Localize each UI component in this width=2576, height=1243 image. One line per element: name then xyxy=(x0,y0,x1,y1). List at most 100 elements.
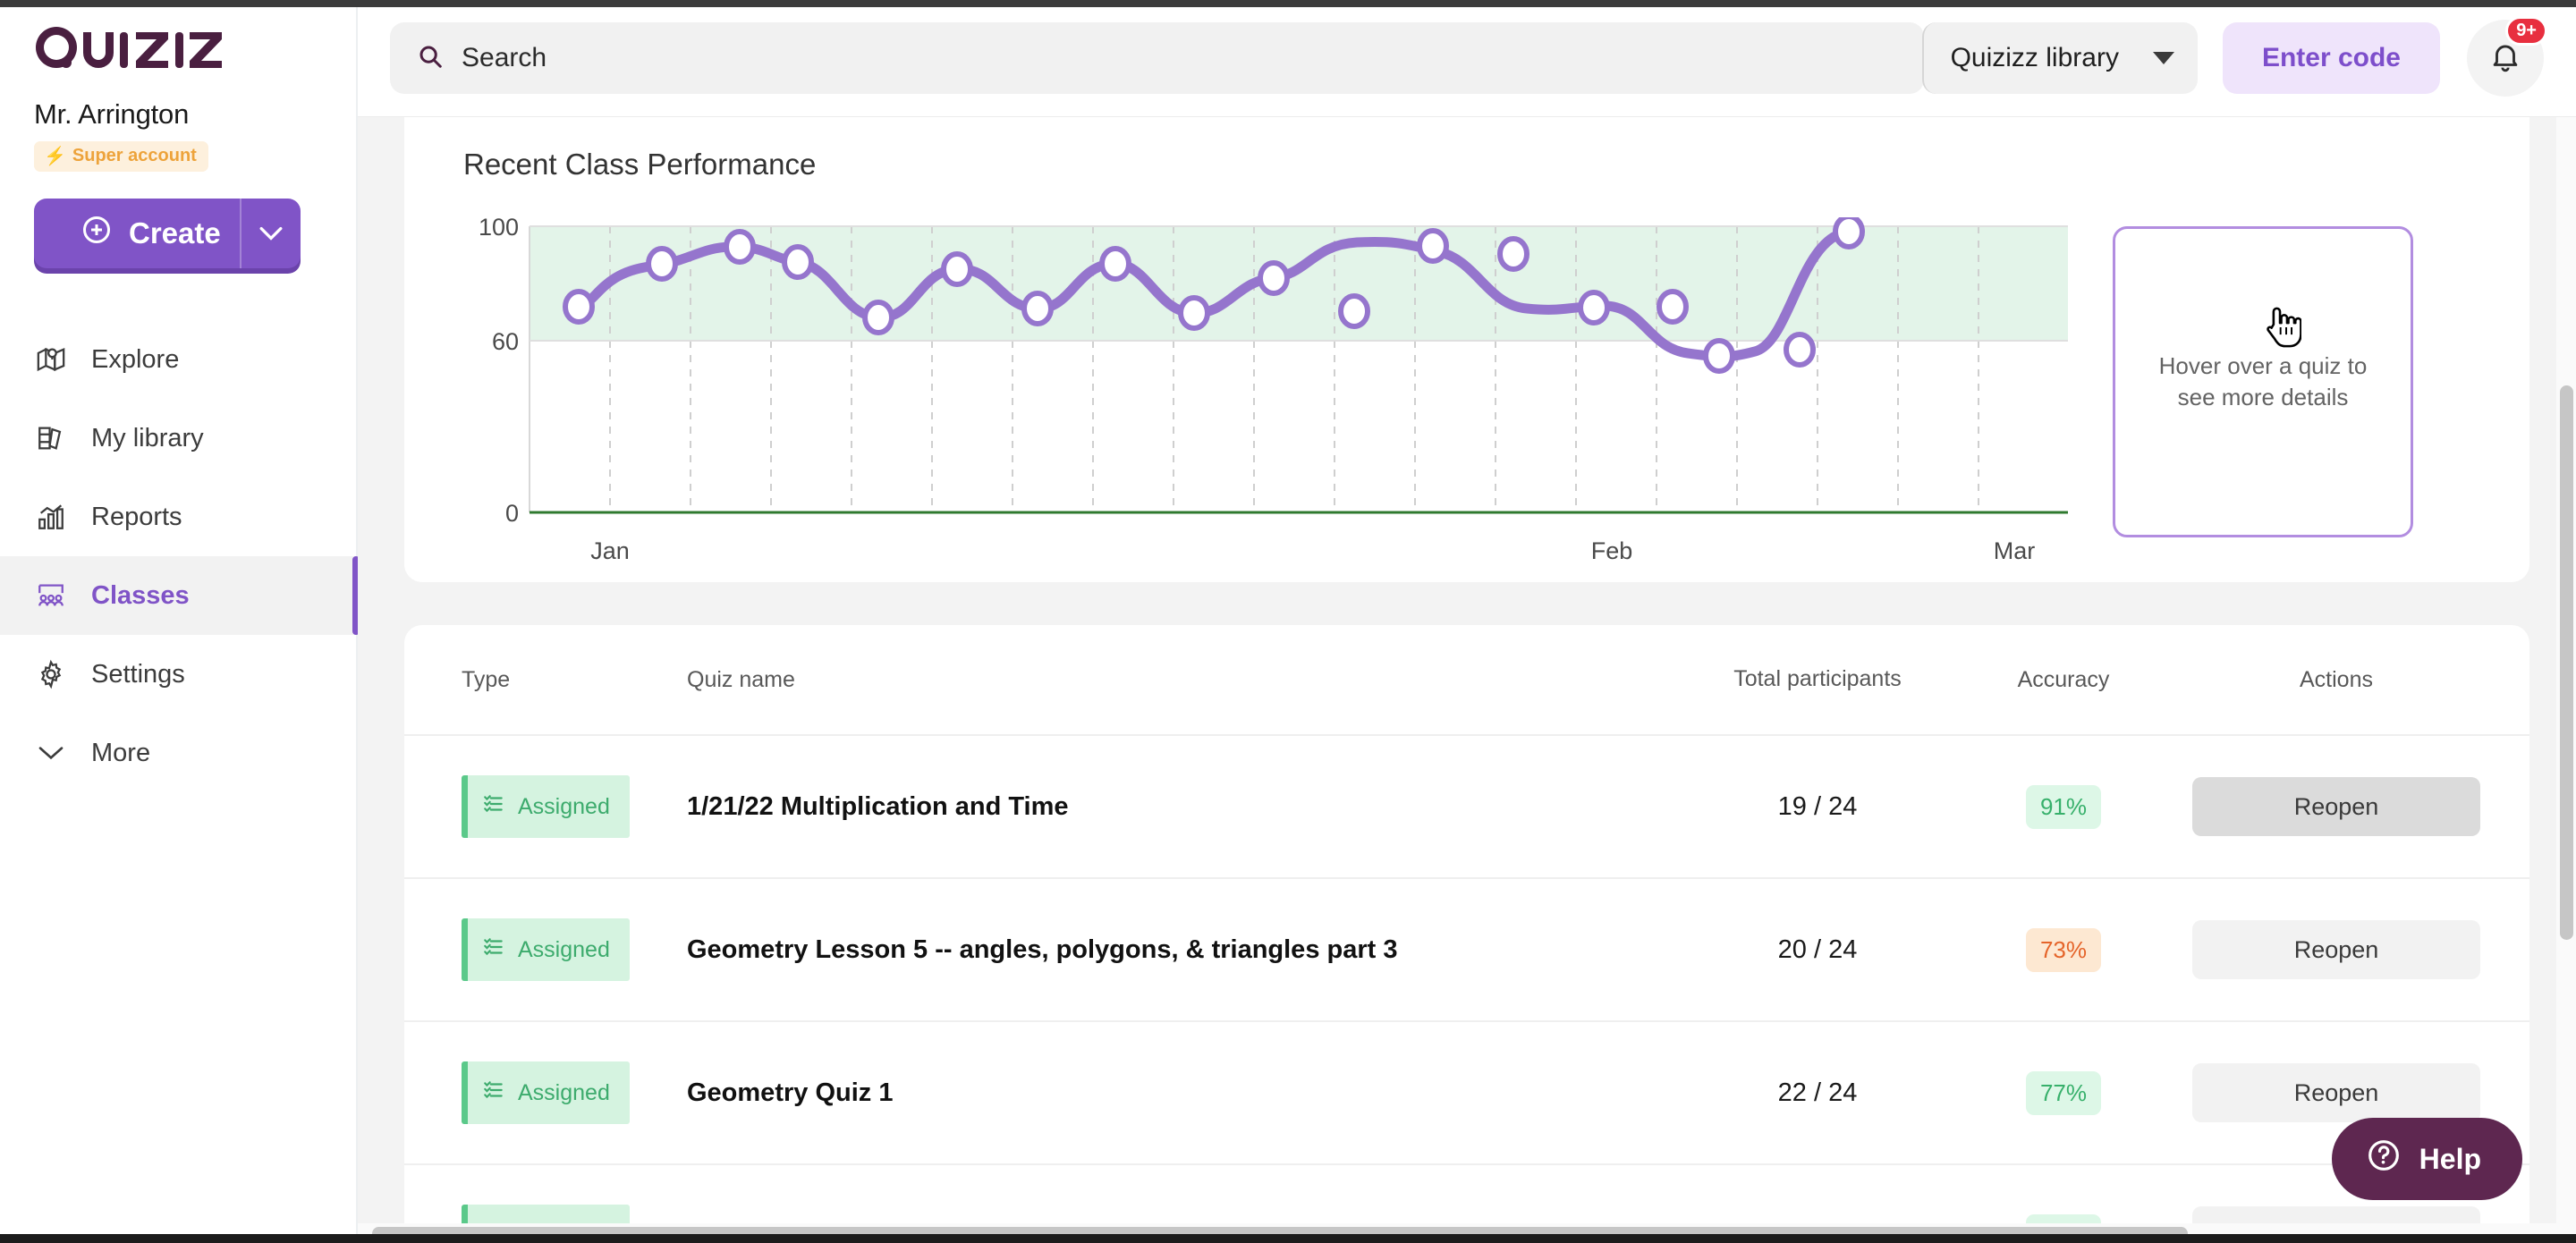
svg-text:Jan: Jan xyxy=(590,537,630,564)
accuracy-badge: 77% xyxy=(2025,1070,2102,1115)
window-bottom-edge xyxy=(0,1234,2576,1243)
plus-circle-icon xyxy=(80,214,113,253)
sidebar-item-label: Settings xyxy=(91,659,185,689)
table-header-row: Type Quiz name Total participants Accura… xyxy=(404,625,2529,736)
sidebar-item-classes[interactable]: Classes xyxy=(0,556,360,635)
sidebar-item-reports[interactable]: Reports xyxy=(0,478,356,556)
quizizz-logo[interactable] xyxy=(0,0,356,70)
table-row[interactable]: Assigned Geometry Quiz 1 22 / 24 77% Reo… xyxy=(404,1022,2529,1165)
books-icon xyxy=(34,421,68,455)
row-quiz-name[interactable]: Geometry Lesson 5 -- angles, polygons, &… xyxy=(678,935,1683,965)
table-row[interactable]: Assigned Geometry Lesson 5 -- angles, po… xyxy=(404,879,2529,1022)
hover-hint-text: Hover over a quiz to see more details xyxy=(2158,351,2368,410)
super-account-label: Super account xyxy=(72,146,197,165)
row-actions-cell: Reopen xyxy=(2175,1063,2497,1122)
chevron-down-icon xyxy=(34,736,68,770)
mouse-cursor xyxy=(2260,304,2302,355)
row-quiz-name[interactable]: Geometry Quiz 1 xyxy=(678,1078,1683,1108)
search-icon xyxy=(417,43,444,74)
column-header-accuracy: Accuracy xyxy=(2017,666,2110,692)
row-actions-cell: Reopen xyxy=(2175,920,2497,979)
status-badge-label: Assigned xyxy=(518,793,610,819)
search-placeholder-text: Search xyxy=(462,43,547,72)
row-participants: 22 / 24 xyxy=(1777,1078,1858,1107)
enter-code-button[interactable]: Enter code xyxy=(2222,22,2440,94)
row-quiz-name[interactable]: 1/21/22 Multiplication and Time xyxy=(678,792,1683,822)
main-region: Search Quizizz library Enter code 9+ Rec… xyxy=(358,0,2576,1243)
row-accuracy-cell: 77% xyxy=(1952,1070,2175,1115)
row-participants: 19 / 24 xyxy=(1777,791,1858,821)
sidebar-item-more[interactable]: More xyxy=(0,714,356,792)
top-bar: Search Quizizz library Enter code 9+ xyxy=(358,0,2576,117)
column-header-actions: Actions xyxy=(2300,666,2373,692)
svg-text:0: 0 xyxy=(505,500,519,527)
notifications-button[interactable]: 9+ xyxy=(2467,16,2547,97)
reopen-button[interactable]: Reopen xyxy=(2192,1063,2480,1122)
create-button[interactable]: Create xyxy=(34,199,301,268)
question-circle-icon xyxy=(2366,1137,2402,1180)
scroll-content: Recent Class Performance 100 60 0 Jan Fe… xyxy=(358,117,2576,1243)
table-row[interactable]: Assigned 1/21/22 Multiplication and Time… xyxy=(404,736,2529,879)
quiz-activity-table: Type Quiz name Total participants Accura… xyxy=(404,625,2529,1243)
performance-line-chart[interactable]: 100 60 0 Jan Feb Mar xyxy=(440,217,2077,575)
svg-text:Mar: Mar xyxy=(1994,537,2036,564)
sidebar-item-my-library[interactable]: My library xyxy=(0,399,356,478)
help-button[interactable]: Help xyxy=(2331,1118,2522,1200)
sidebar: Mr. Arrington ⚡ Super account Create Exp… xyxy=(0,0,360,1243)
window-top-edge xyxy=(0,0,2576,7)
chart-title: Recent Class Performance xyxy=(463,148,817,181)
sidebar-item-settings[interactable]: Settings xyxy=(0,635,356,714)
accuracy-badge: 91% xyxy=(2025,784,2102,829)
search-input[interactable]: Search xyxy=(390,22,1924,94)
app-root: Mr. Arrington ⚡ Super account Create Exp… xyxy=(0,0,2576,1243)
create-label: Create xyxy=(129,216,221,249)
user-name: Mr. Arrington xyxy=(34,98,190,130)
map-icon xyxy=(34,342,68,376)
library-select[interactable]: Quizizz library xyxy=(1921,22,2198,94)
chevron-down-icon xyxy=(2152,52,2174,64)
row-type-cell: Assigned xyxy=(436,1061,678,1124)
list-check-icon xyxy=(482,792,505,822)
row-accuracy-cell: 91% xyxy=(1952,784,2175,829)
list-check-icon xyxy=(482,935,505,965)
svg-text:60: 60 xyxy=(492,328,519,355)
row-type-cell: Assigned xyxy=(436,918,678,981)
chart-bars-icon xyxy=(34,500,68,534)
status-badge-label: Assigned xyxy=(518,936,610,962)
status-badge: Assigned xyxy=(462,1061,630,1124)
accuracy-badge: 73% xyxy=(2025,927,2102,972)
row-actions-cell: Reopen xyxy=(2175,777,2497,836)
reopen-button[interactable]: Reopen xyxy=(2192,777,2480,836)
bolt-icon: ⚡ xyxy=(44,146,66,166)
sidebar-item-label: More xyxy=(91,738,151,767)
chart-area: 100 60 0 Jan Feb Mar Hover over a quiz t… xyxy=(440,217,2494,575)
sidebar-item-explore[interactable]: Explore xyxy=(0,320,356,399)
sidebar-nav: Explore My library Reports Classes Setti… xyxy=(0,320,360,792)
quiz-hover-details-panel: Hover over a quiz to see more details xyxy=(2113,226,2413,537)
notification-count-badge: 9+ xyxy=(2505,16,2547,46)
gear-icon xyxy=(34,657,68,691)
sidebar-item-label: Explore xyxy=(91,344,180,374)
reopen-button[interactable]: Reopen xyxy=(2192,920,2480,979)
status-badge: Assigned xyxy=(462,918,630,981)
column-header-quiz-name: Quiz name xyxy=(687,666,795,692)
row-accuracy-cell: 73% xyxy=(1952,927,2175,972)
column-header-participants: Total participants xyxy=(1733,666,1902,692)
sidebar-item-label: My library xyxy=(91,423,204,452)
column-header-type: Type xyxy=(462,666,511,692)
create-dropdown-toggle[interactable] xyxy=(240,199,301,268)
vertical-scrollbar[interactable] xyxy=(2556,117,2576,1243)
status-badge: Assigned xyxy=(462,775,630,838)
recent-class-performance-card: Recent Class Performance 100 60 0 Jan Fe… xyxy=(404,117,2529,582)
help-label: Help xyxy=(2419,1142,2481,1175)
sidebar-item-label: Reports xyxy=(91,502,182,531)
row-type-cell: Assigned xyxy=(436,775,678,838)
sidebar-item-label: Classes xyxy=(91,580,190,610)
super-account-badge: ⚡ Super account xyxy=(34,141,208,172)
row-participants: 20 / 24 xyxy=(1777,934,1858,964)
svg-text:100: 100 xyxy=(479,217,519,241)
list-check-icon xyxy=(482,1078,505,1108)
status-badge-label: Assigned xyxy=(518,1079,610,1105)
classes-people-icon xyxy=(34,579,68,613)
vertical-scrollbar-thumb[interactable] xyxy=(2560,385,2573,940)
